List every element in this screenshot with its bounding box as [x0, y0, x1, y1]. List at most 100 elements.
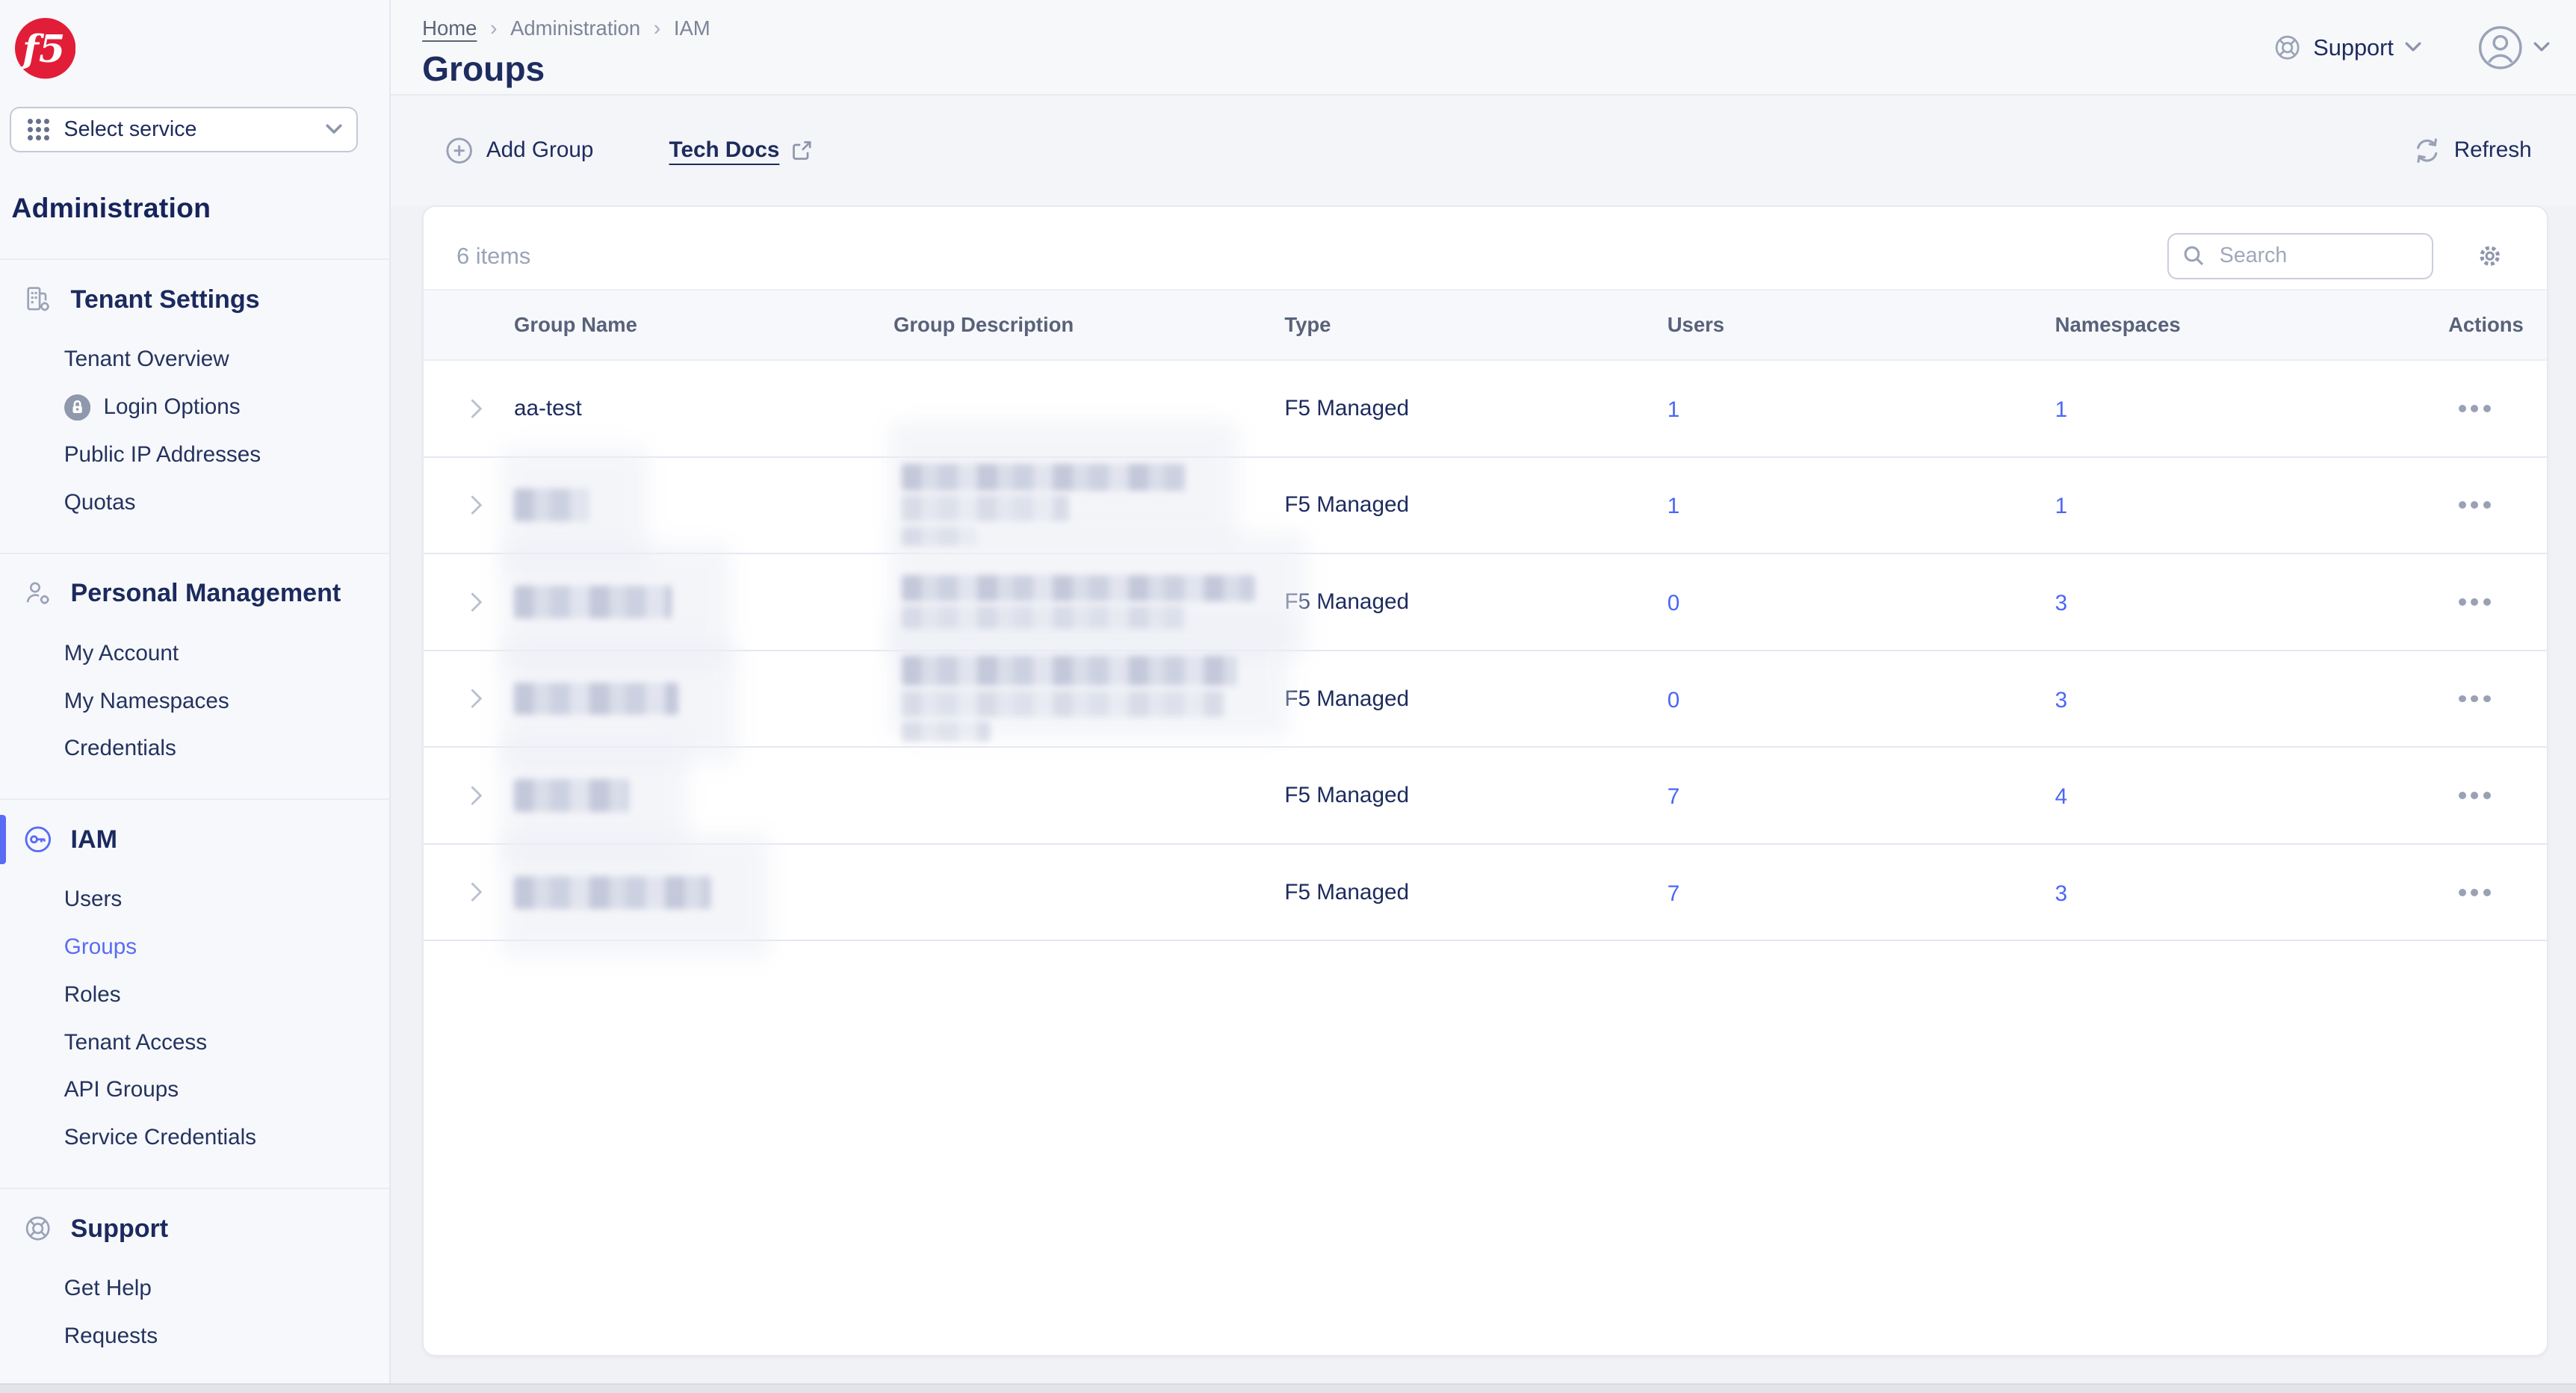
users-count-cell: 0: [1668, 587, 2055, 617]
sidebar-item-requests[interactable]: Requests: [0, 1312, 389, 1360]
sidebar-section-header-iam[interactable]: IAM: [0, 815, 389, 865]
namespaces-count-link[interactable]: 1: [2055, 397, 2068, 422]
product-title: Administration: [11, 192, 211, 224]
namespaces-count-link[interactable]: 3: [2055, 881, 2068, 906]
sidebar-item-users[interactable]: Users: [0, 876, 389, 924]
users-count-link[interactable]: 7: [1668, 881, 1680, 906]
group-description-cell: [888, 613, 1289, 742]
ellipsis-icon[interactable]: [2458, 404, 2547, 412]
sidebar-item-roles[interactable]: Roles: [0, 971, 389, 1019]
redacted-description-lines: [901, 464, 1186, 547]
users-count-link[interactable]: 1: [1668, 494, 1680, 518]
redacted-text-block: [514, 875, 711, 909]
sidebar-section-header-tenant-settings[interactable]: Tenant Settings: [0, 280, 389, 320]
support-menu-label: Support: [2313, 34, 2394, 61]
ellipsis-dot: [2458, 501, 2466, 509]
add-group-button[interactable]: Add Group: [445, 137, 593, 164]
sidebar-section-label: Support: [70, 1214, 169, 1243]
sidebar-item-groups[interactable]: Groups: [0, 923, 389, 971]
group-name-cell: [501, 446, 894, 571]
groups-table-card: 6 items Search Group Name Group Descript…: [422, 205, 2548, 1357]
sidebar-item-label: Roles: [64, 981, 121, 1007]
ellipsis-dot: [2483, 598, 2491, 606]
sidebar-section-label: Tenant Settings: [70, 285, 260, 314]
chevron-right-icon: [470, 882, 483, 902]
sidebar-nav: Tenant Settings Tenant Overview Login Opti…: [0, 258, 390, 1386]
search-input[interactable]: [2216, 242, 2419, 270]
refresh-label: Refresh: [2453, 137, 2532, 163]
sidebar-item-get-help[interactable]: Get Help: [0, 1265, 389, 1312]
ellipsis-icon[interactable]: [2458, 695, 2547, 703]
group-type-cell: F5 Managed: [1284, 589, 1409, 614]
ellipsis-dot: [2471, 792, 2479, 799]
users-count-link[interactable]: 1: [1668, 397, 1680, 422]
row-expander[interactable]: [424, 399, 514, 418]
account-menu[interactable]: [2477, 25, 2550, 71]
page-title: Groups: [422, 49, 545, 88]
ellipsis-dot: [2483, 792, 2491, 799]
sidebar-item-api-groups[interactable]: API Groups: [0, 1067, 389, 1114]
app-root: f5 Select service Administration Tenant …: [0, 0, 2576, 1393]
sidebar-item-credentials[interactable]: Credentials: [0, 725, 389, 772]
support-menu[interactable]: Support: [2273, 34, 2421, 61]
table-row: aa-test F5 Managed 1 1: [424, 361, 2547, 458]
lifebuoy-icon: [23, 1214, 53, 1244]
sidebar-item-tenant-overview[interactable]: Tenant Overview: [0, 336, 389, 384]
group-name-cell: aa-test: [514, 396, 894, 421]
table-settings-gear-icon[interactable]: [2476, 242, 2504, 270]
sidebar-item-quotas[interactable]: Quotas: [0, 479, 389, 527]
sidebar-item-label: Service Credentials: [64, 1125, 257, 1150]
sidebar-item-my-namespaces[interactable]: My Namespaces: [0, 677, 389, 725]
sidebar-item-login-options[interactable]: Login Options: [0, 383, 389, 431]
refresh-button[interactable]: Refresh: [2413, 137, 2532, 164]
sidebar-item-label: Get Help: [64, 1276, 152, 1301]
bottom-scroll-strip[interactable]: [0, 1383, 2576, 1393]
users-count-link[interactable]: 7: [1668, 784, 1680, 809]
ellipsis-dot: [2471, 598, 2479, 606]
group-type-cell: F5 Managed: [1284, 395, 1409, 421]
users-count-cell: 7: [1668, 781, 2055, 810]
personal-management-icon: [23, 579, 53, 609]
redacted-text-block: [901, 722, 991, 742]
users-count-link[interactable]: 0: [1668, 591, 1680, 615]
breadcrumb-item-administration[interactable]: Administration: [510, 16, 640, 40]
table-row: F5 Managed 7 3: [424, 833, 2547, 958]
breadcrumb-separator: ›: [653, 16, 661, 40]
ellipsis-dot: [2483, 695, 2491, 703]
ellipsis-icon[interactable]: [2458, 888, 2547, 896]
breadcrumb-item-home[interactable]: Home: [422, 16, 477, 40]
sidebar-item-public-ip-addresses[interactable]: Public IP Addresses: [0, 431, 389, 479]
sidebar-item-tenant-access[interactable]: Tenant Access: [0, 1019, 389, 1067]
page-header: Home › Administration › IAM Groups Support: [391, 0, 2576, 96]
ellipsis-icon[interactable]: [2458, 598, 2547, 606]
table-row: F5 Managed 0 3: [424, 532, 2547, 668]
namespaces-count-link[interactable]: 1: [2055, 494, 2068, 518]
ellipsis-dot: [2458, 695, 2466, 703]
add-group-label: Add Group: [486, 137, 594, 163]
namespaces-count-cell: 1: [2055, 394, 2402, 424]
tech-docs-label: Tech Docs: [669, 137, 780, 163]
items-count: 6 items: [456, 242, 531, 269]
namespaces-count-link[interactable]: 3: [2055, 591, 2068, 615]
tech-docs-link[interactable]: Tech Docs: [669, 137, 813, 163]
redacted-text-block: [901, 495, 1070, 522]
group-name-cell: [501, 736, 894, 861]
sidebar-item-label: API Groups: [64, 1077, 179, 1102]
users-count-cell: 1: [1668, 490, 2055, 520]
ellipsis-dot: [2458, 888, 2466, 896]
table-row: F5 Managed 0 3: [424, 613, 2547, 765]
ellipsis-icon[interactable]: [2458, 501, 2547, 509]
namespaces-count-link[interactable]: 3: [2055, 688, 2068, 713]
select-service-dropdown[interactable]: Select service: [10, 106, 359, 153]
sidebar-item-service-credentials[interactable]: Service Credentials: [0, 1114, 389, 1161]
sidebar-section-header-personal-management[interactable]: Personal Management: [0, 574, 389, 613]
sidebar-item-my-account[interactable]: My Account: [0, 630, 389, 677]
users-count-link[interactable]: 0: [1668, 688, 1680, 713]
namespaces-count-link[interactable]: 4: [2055, 784, 2068, 809]
breadcrumb-item-iam: IAM: [673, 16, 710, 40]
sidebar-item-label: Groups: [64, 934, 137, 960]
sidebar-section-header-support[interactable]: Support: [0, 1209, 389, 1249]
sidebar-item-label: Tenant Overview: [64, 347, 229, 372]
namespaces-count-cell: 3: [2055, 878, 2402, 908]
ellipsis-icon[interactable]: [2458, 792, 2547, 799]
